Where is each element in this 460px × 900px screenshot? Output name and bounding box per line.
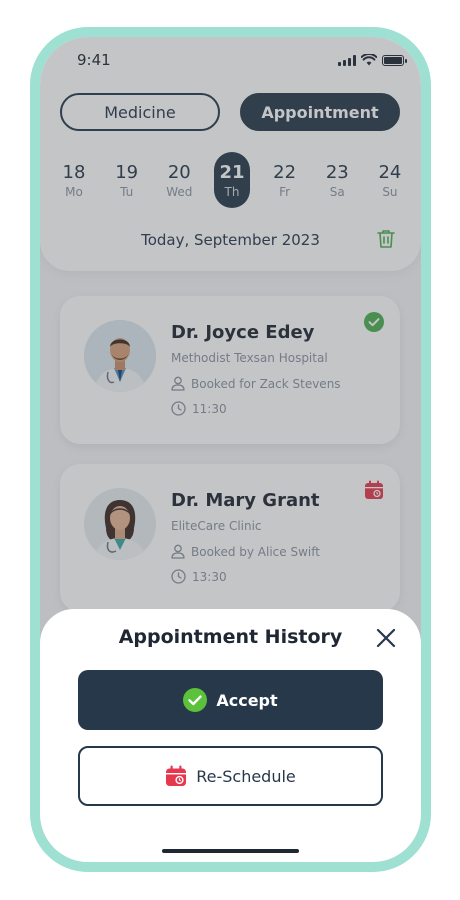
home-indicator[interactable] [162, 849, 299, 853]
sheet-title: Appointment History [118, 626, 343, 648]
phone-screen: 9:41 Medicine Appointment 18 Mo 19 Tu 20 We… [40, 37, 421, 862]
accept-button[interactable]: Accept [78, 670, 383, 730]
calendar-reschedule-icon [166, 765, 187, 786]
close-icon[interactable] [375, 627, 397, 649]
bottom-sheet: Appointment History Accept Re-Schedule [40, 609, 421, 862]
reschedule-button[interactable]: Re-Schedule [78, 746, 383, 806]
check-circle-icon [183, 688, 208, 712]
accept-label: Accept [216, 690, 278, 710]
reschedule-label: Re-Schedule [196, 766, 296, 786]
